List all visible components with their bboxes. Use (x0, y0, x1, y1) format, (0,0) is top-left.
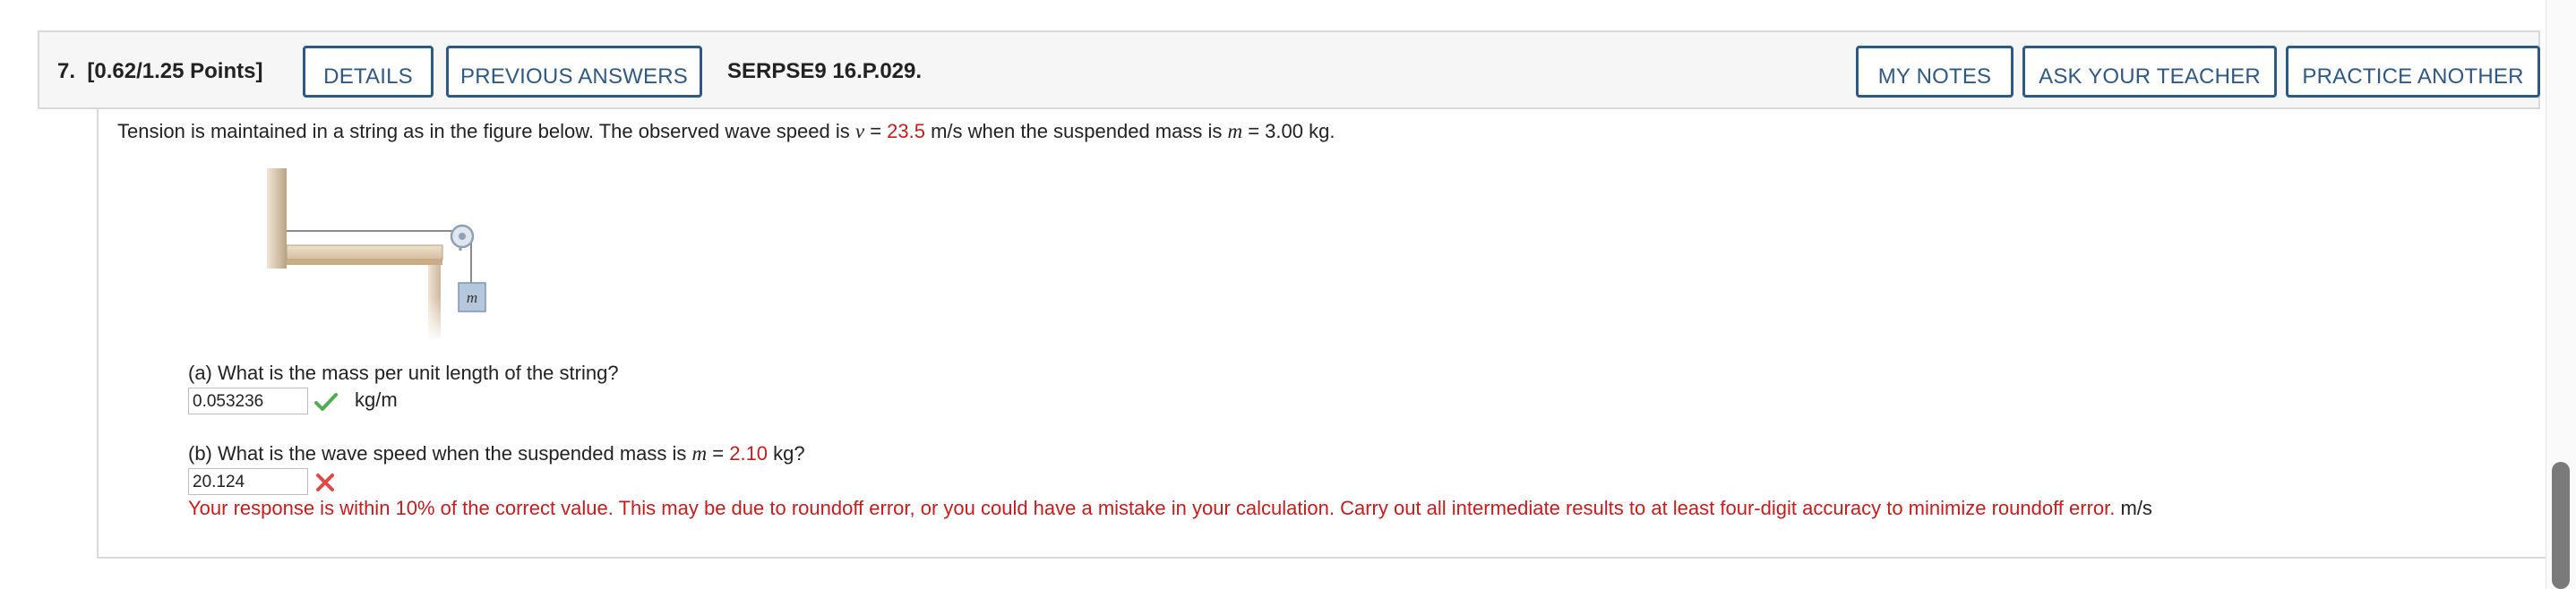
figure-pulley-table: m (260, 168, 502, 342)
mass-label: m (467, 289, 477, 306)
question-number: 7. (57, 59, 76, 83)
practice-another-button[interactable]: PRACTICE ANOTHER (2286, 46, 2540, 98)
question-number-points: 7. [0.62/1.25 Points] (57, 59, 262, 84)
ask-your-teacher-button[interactable]: ASK YOUR TEACHER (2022, 46, 2277, 98)
table-top (286, 244, 443, 260)
part-a-unit: kg/m (355, 388, 398, 411)
details-button[interactable]: DETAILS (303, 46, 434, 98)
part-b-mass-value: 2.10 (729, 442, 769, 465)
scrollbar-thumb[interactable] (2552, 462, 2570, 589)
part-b-question: (b) What is the wave speed when the susp… (188, 442, 805, 465)
table-edge (287, 260, 442, 265)
part-b-text-2: = (707, 442, 730, 465)
x-icon (316, 474, 334, 491)
var-v: v (854, 120, 865, 142)
check-icon (314, 393, 338, 411)
question-points: [0.62/1.25 Points] (87, 59, 263, 83)
part-b-feedback-line: Your response is within 10% of the corre… (188, 497, 2152, 520)
part-b-unit: m/s (2115, 497, 2152, 519)
part-a-answer-field[interactable]: 0.053236 (188, 388, 308, 414)
problem-statement: Tension is maintained in a string as in … (117, 120, 1335, 143)
eq-1: = (864, 120, 888, 142)
var-m: m (1227, 120, 1243, 142)
part-a-question: (a) What is the mass per unit length of … (188, 362, 619, 384)
eq-2: = 3.00 kg. (1242, 120, 1335, 142)
part-b-feedback: Your response is within 10% of the corre… (188, 497, 2116, 519)
page-scrollbar[interactable] (2546, 0, 2576, 589)
intro-text-2: m/s when the suspended mass is (924, 120, 1228, 142)
part-b-answer-field[interactable]: 20.124 (188, 468, 308, 495)
my-notes-button[interactable]: MY NOTES (1856, 46, 2014, 98)
intro-text-1: Tension is maintained in a string as in … (117, 120, 855, 142)
question-header: 7. [0.62/1.25 Points] DETAILS PREVIOUS A… (38, 30, 2540, 109)
part-b-text-1: (b) What is the wave speed when the susp… (188, 442, 692, 465)
previous-answers-button[interactable]: PREVIOUS ANSWERS (446, 46, 702, 98)
speed-value: 23.5 (887, 120, 925, 142)
part-b-text-3: kg? (768, 442, 805, 465)
part-b-var-m: m (691, 442, 708, 465)
wall (267, 168, 287, 269)
question-id: SERPSE9 16.P.029. (727, 59, 923, 83)
